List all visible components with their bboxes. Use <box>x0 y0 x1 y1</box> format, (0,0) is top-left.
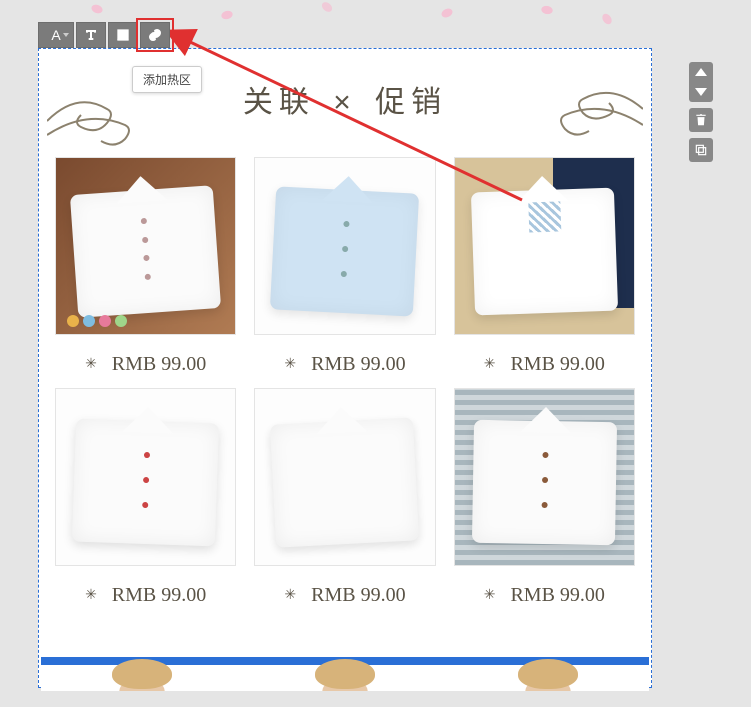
model-thumb <box>300 665 390 691</box>
arrow-down-icon <box>695 86 707 96</box>
price-value: 99.00 <box>361 353 406 375</box>
ornament-left <box>47 91 207 151</box>
product-image <box>254 388 435 566</box>
delete-button[interactable] <box>689 108 713 132</box>
hotspot-tooltip-text: 添加热区 <box>143 73 191 87</box>
reorder-group <box>689 62 713 102</box>
product-image <box>454 388 635 566</box>
model-row <box>41 665 649 691</box>
ornament-right <box>483 79 643 139</box>
currency: RMB <box>311 584 355 606</box>
trash-icon <box>694 113 708 127</box>
title-sep: × <box>333 86 357 119</box>
product-card[interactable]: ✳ RMB 99.00 <box>55 157 236 376</box>
bullet-icon: ✳ <box>85 357 97 372</box>
product-price: ✳ RMB 99.00 <box>284 353 405 376</box>
bullet-icon: ✳ <box>284 357 296 372</box>
hotspot-tooltip: 添加热区 <box>132 66 202 93</box>
product-price: ✳ RMB 99.00 <box>484 584 605 607</box>
product-price: ✳ RMB 99.00 <box>484 353 605 376</box>
product-image <box>254 157 435 335</box>
product-card[interactable]: ✳ RMB 99.00 <box>454 388 635 607</box>
title-left: 关联 <box>243 86 315 119</box>
product-grid: ✳ RMB 99.00 ✳ RMB 99.00 <box>39 149 651 623</box>
price-value: 99.00 <box>361 584 406 606</box>
editor-toolbar: A <box>38 22 170 48</box>
price-value: 99.00 <box>161 584 206 606</box>
move-down-button[interactable] <box>689 82 713 100</box>
move-up-button[interactable] <box>689 64 713 82</box>
product-price: ✳ RMB 99.00 <box>284 584 405 607</box>
next-section-peek: ≡ <box>41 657 649 687</box>
link-icon <box>147 27 163 43</box>
section-title: 关联 × 促销 <box>243 77 447 121</box>
currency: RMB <box>510 353 554 375</box>
price-value: 99.00 <box>560 353 605 375</box>
decorative-candies <box>67 315 127 327</box>
image-insert-tool[interactable] <box>108 22 138 48</box>
currency: RMB <box>311 353 355 375</box>
text-insert-tool[interactable] <box>76 22 106 48</box>
product-card[interactable]: ✳ RMB 99.00 <box>254 388 435 607</box>
model-thumb <box>503 665 593 691</box>
product-image <box>55 157 236 335</box>
bullet-icon: ✳ <box>85 588 97 603</box>
bullet-icon: ✳ <box>484 588 496 603</box>
title-right: 促销 <box>375 86 447 119</box>
model-thumb <box>97 665 187 691</box>
copy-button[interactable] <box>689 138 713 162</box>
product-image <box>55 388 236 566</box>
copy-icon <box>694 143 708 157</box>
currency: RMB <box>112 584 156 606</box>
side-actions <box>689 62 713 162</box>
bullet-icon: ✳ <box>284 588 296 603</box>
text-style-label: A <box>51 27 60 43</box>
product-image <box>454 157 635 335</box>
currency: RMB <box>510 584 554 606</box>
section-header: 关联 × 促销 <box>39 49 651 149</box>
bullet-icon: ✳ <box>484 357 496 372</box>
product-card[interactable]: ✳ RMB 99.00 <box>254 157 435 376</box>
currency: RMB <box>112 353 156 375</box>
text-style-tool[interactable]: A <box>38 22 74 48</box>
product-price: ✳ RMB 99.00 <box>85 353 206 376</box>
text-icon <box>83 27 99 43</box>
product-card[interactable]: ✳ RMB 99.00 <box>454 157 635 376</box>
product-card[interactable]: ✳ RMB 99.00 <box>55 388 236 607</box>
price-value: 99.00 <box>161 353 206 375</box>
hotspot-link-tool[interactable] <box>140 22 170 48</box>
arrow-up-icon <box>695 68 707 78</box>
editable-section[interactable]: 关联 × 促销 ✳ R <box>38 48 652 688</box>
product-price: ✳ RMB 99.00 <box>85 584 206 607</box>
image-icon <box>115 27 131 43</box>
price-value: 99.00 <box>560 584 605 606</box>
